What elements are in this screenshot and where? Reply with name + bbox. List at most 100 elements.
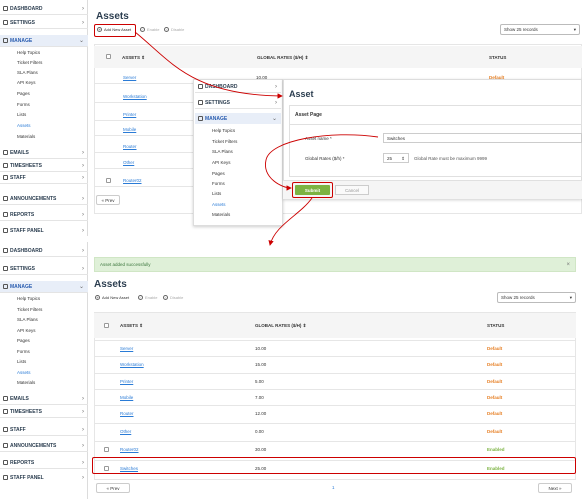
chevron-down-icon: ⌄ (78, 284, 84, 290)
chevron-right-icon: › (82, 247, 84, 254)
table-row (94, 340, 576, 341)
sidebar-divider (0, 451, 88, 452)
megaphone-icon (3, 443, 8, 448)
sidebar-sub-ticket-filters[interactable]: Ticket Filters (17, 307, 42, 312)
sidebar-item-settings[interactable]: SETTINGS › (0, 263, 88, 274)
sidebar-item-reports[interactable]: REPORTS › (0, 457, 88, 468)
show-records-select-bottom[interactable]: Show 25 records ▾ (497, 292, 576, 303)
sidebar-sub-pages[interactable]: Pages (17, 338, 30, 343)
status-cell: Default (487, 346, 503, 351)
rate-cell: 0.00 (255, 429, 264, 434)
add-asset-button-bottom[interactable]: + Add New Asset (95, 295, 129, 300)
sidebar-sub-api-keys[interactable]: API Keys (17, 328, 36, 333)
sidebar-sub-help-topics[interactable]: Help Topics (17, 296, 40, 301)
row-checkbox[interactable] (104, 447, 109, 452)
asset-link[interactable]: Mobile (120, 395, 133, 400)
enable-button-bottom[interactable]: ✓ Enable (138, 295, 157, 300)
asset-link[interactable]: Router02 (120, 447, 139, 452)
page-number[interactable]: 1 (332, 485, 335, 490)
status-cell: Default (487, 395, 503, 400)
sidebar-divider (0, 274, 88, 275)
sidebar-divider (0, 435, 88, 436)
sidebar-item-staff[interactable]: STAFF › (0, 424, 88, 435)
sidebar-divider (0, 256, 88, 257)
mail-icon (3, 396, 8, 401)
sidebar-item-manage[interactable]: MANAGE ⌄ (0, 281, 88, 292)
success-alert: Asset added successfully × (94, 257, 576, 272)
sidebar-item-label: MANAGE (10, 283, 33, 290)
ban-icon: × (163, 294, 168, 300)
close-icon[interactable]: × (566, 262, 570, 268)
sidebar-divider (0, 292, 88, 293)
dashboard-icon (3, 248, 8, 253)
status-cell: Default (487, 429, 503, 434)
sidebar-item-label: SETTINGS (10, 265, 36, 272)
user-icon (3, 427, 8, 432)
sidebar-item-label: ANNOUNCEMENTS (10, 442, 57, 449)
rate-cell: 10.00 (255, 346, 267, 351)
sidebar-sub-forms[interactable]: Forms (17, 349, 30, 354)
sidebar-item-label: EMAILS (10, 395, 29, 402)
col-assets-bottom[interactable]: ASSETS ⇕ (120, 323, 143, 329)
prev-button-bottom[interactable]: « Prev (96, 483, 130, 493)
table-row (94, 405, 576, 406)
sidebar-item-announcements[interactable]: ANNOUNCEMENTS › (0, 440, 88, 451)
manage-icon (3, 284, 8, 289)
chevron-right-icon: › (82, 408, 84, 415)
table-row (94, 423, 576, 424)
rate-cell: 7.00 (255, 395, 264, 400)
asset-link[interactable]: Other (120, 429, 131, 434)
chevron-down-icon: ▾ (569, 294, 572, 300)
clock-icon (3, 409, 8, 414)
arrow-to-form (134, 31, 283, 99)
sidebar-item-label: DASHBOARD (10, 247, 43, 254)
disable-button-bottom[interactable]: × Disable (163, 295, 183, 300)
sidebar-divider (0, 468, 88, 469)
table-row (94, 389, 576, 390)
asset-link[interactable]: Printer (120, 379, 133, 384)
staff-panel-icon (3, 475, 8, 480)
chevron-right-icon: › (82, 442, 84, 449)
sidebar-item-label: TIMESHEETS (10, 408, 42, 415)
rate-cell: 5.00 (255, 379, 264, 384)
check-icon: ✓ (138, 294, 143, 300)
sidebar-item-label: STAFF PANEL (10, 474, 44, 481)
sidebar-sub-materials[interactable]: Materials (17, 380, 35, 385)
chevron-right-icon: › (82, 265, 84, 272)
chevron-right-icon: › (82, 426, 84, 433)
select-all-checkbox-bottom[interactable] (104, 323, 109, 328)
col-rates-bottom[interactable]: GLOBAL RATES ($/H) ⇕ (255, 323, 306, 329)
status-cell: Default (487, 362, 503, 367)
table-row (94, 441, 576, 442)
next-button-bottom[interactable]: Next » (538, 483, 572, 493)
rate-cell: 15.00 (255, 362, 267, 367)
sidebar-divider (0, 404, 88, 405)
asset-link[interactable]: Workstation (120, 362, 144, 367)
col-status-bottom: STATUS (487, 323, 505, 328)
sidebar-item-staff-panel[interactable]: STAFF PANEL › (0, 472, 88, 483)
chevron-right-icon: › (82, 459, 84, 466)
rate-cell: 12.00 (255, 411, 267, 416)
arrow-to-result (268, 197, 313, 246)
asset-link[interactable]: Server (120, 346, 133, 351)
rate-cell: 30.00 (255, 447, 267, 452)
sidebar-sub-assets[interactable]: Assets (17, 370, 31, 375)
sidebar-sub-sla-plans[interactable]: SLA Plans (17, 317, 38, 322)
sidebar-sub-lists[interactable]: Lists (17, 359, 26, 364)
status-cell: Default (487, 411, 503, 416)
chevron-right-icon: › (82, 474, 84, 481)
sidebar-item-dashboard[interactable]: DASHBOARD › (0, 245, 88, 256)
sidebar-item-timesheets[interactable]: TIMESHEETS › (0, 406, 88, 417)
table-row (94, 373, 576, 374)
new-row-highlight (92, 457, 576, 474)
asset-link[interactable]: Router (120, 411, 134, 416)
chart-icon (3, 460, 8, 465)
sidebar-item-emails[interactable]: EMAILS › (0, 393, 88, 404)
sidebar-item-label: STAFF (10, 426, 26, 433)
arrow-to-submit (265, 134, 379, 191)
status-cell: Default (487, 379, 503, 384)
status-cell: Enabled (487, 447, 505, 452)
sidebar-divider (0, 417, 88, 418)
table-row (94, 356, 576, 357)
plus-icon: + (95, 294, 100, 300)
